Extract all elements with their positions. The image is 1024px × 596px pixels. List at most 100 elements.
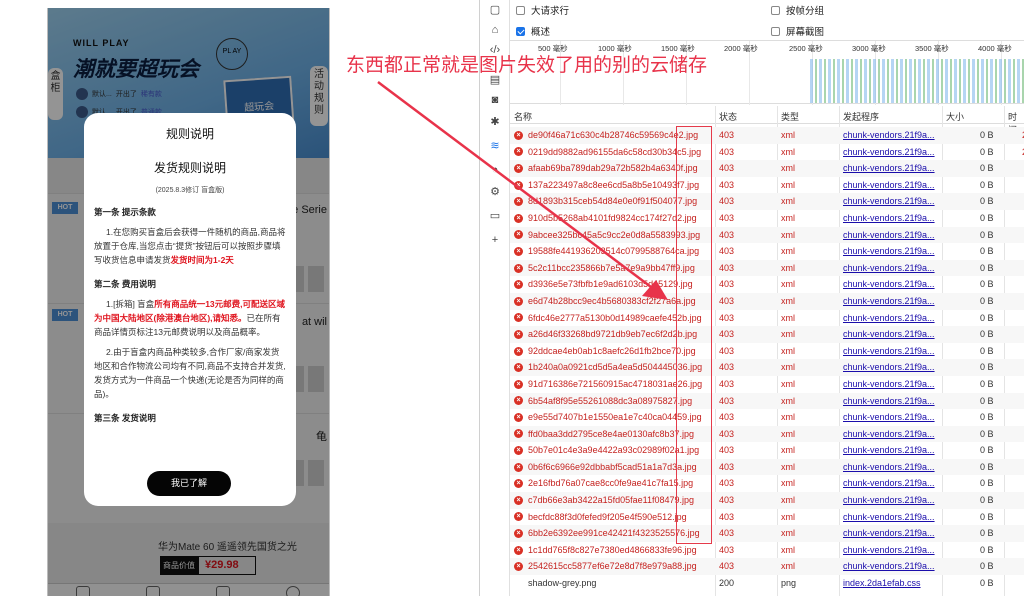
request-row[interactable]: × ffd0baa3dd2795ce8e4ae0130afc8b37.jpg 403… <box>510 425 1024 443</box>
request-initiator[interactable]: chunk-vendors.21f9a... <box>843 276 939 293</box>
request-row[interactable]: × 2542615cc5877ef6e72e8d7f8e979a88.jpg 403… <box>510 558 1024 576</box>
request-initiator[interactable]: chunk-vendors.21f9a... <box>843 227 939 244</box>
rule-paragraph: 1.[拆箱] 盲盒所有商品统一13元邮费,可配送区域为中国大陆地区(除港澳台地区… <box>94 299 286 337</box>
request-size: 0 B <box>980 163 994 174</box>
application-icon[interactable]: ▭ <box>488 210 502 223</box>
section-title: 第一条 提示条款 <box>94 207 156 217</box>
request-initiator[interactable]: chunk-vendors.21f9a... <box>843 160 939 177</box>
request-row[interactable]: × de90f46a71c630c4b28746c59569c4e2.jpg 403… <box>510 127 1024 144</box>
request-row[interactable]: × c7db66e3ab3422a15fd05fae11f08479.jpg 403… <box>510 492 1024 509</box>
request-row[interactable]: × 6fdc46e2777a5130b0d14989caefe452b.jpg 40… <box>510 310 1024 327</box>
request-row[interactable]: × becfdc88f3d0fefed9f205e4f590e512.jpg 403… <box>510 509 1024 526</box>
bug-icon[interactable]: ✱ <box>488 116 502 129</box>
request-row[interactable]: × 910d5b5268ab4101fd9824cc174f27d2.jpg 403… <box>510 210 1024 227</box>
request-initiator[interactable]: chunk-vendors.21f9a... <box>843 393 939 410</box>
request-status: 403 <box>719 163 735 174</box>
request-initiator[interactable]: chunk-vendors.21f9a... <box>843 542 939 559</box>
request-row[interactable]: × e9e55d7407b1e1550ea1e7c40ca04459.jpg 403… <box>510 409 1024 426</box>
col-type[interactable]: 类型 <box>781 110 799 123</box>
col-name[interactable]: 名称 <box>514 110 532 123</box>
option-large-rows[interactable]: 大请求行 <box>516 3 569 17</box>
request-row[interactable]: × 137a223497a8c8ee6cd5a8b5e10493f7.jpg 403… <box>510 177 1024 194</box>
request-initiator[interactable]: chunk-vendors.21f9a... <box>843 243 939 260</box>
col-status[interactable]: 状态 <box>719 110 737 123</box>
request-initiator[interactable]: chunk-vendors.21f9a... <box>843 177 939 194</box>
request-size: 0 B <box>980 212 994 223</box>
wifi-icon[interactable]: ≋ <box>488 140 502 153</box>
error-icon: × <box>514 379 523 389</box>
request-status: 403 <box>719 196 735 207</box>
timeline-tick: 4000 毫秒 <box>978 44 1012 53</box>
performance-icon[interactable]: ◔ <box>488 164 502 177</box>
elements-icon[interactable]: ▢ <box>488 4 502 17</box>
request-size: 0 B <box>980 528 994 539</box>
checkbox[interactable] <box>771 5 780 15</box>
request-row[interactable]: × e6d74b28bcc9ec4b5680383cf2f27a6a.jpg 403… <box>510 292 1024 310</box>
request-initiator[interactable]: chunk-vendors.21f9a... <box>843 409 939 426</box>
request-row[interactable]: × 0219dd9882ad96155da6c58cd30b34c5.jpg 403… <box>510 144 1024 161</box>
option-overview[interactable]: 概述 <box>516 24 550 38</box>
add-icon[interactable]: + <box>488 234 502 247</box>
request-row[interactable]: × d3936e5e73fbfb1e9ad6103d5d45129.jpg 403 x… <box>510 276 1024 293</box>
request-initiator[interactable]: chunk-vendors.21f9a... <box>843 426 939 443</box>
checkbox[interactable] <box>516 5 525 15</box>
request-row[interactable]: × 19588fe441936203514c0799588764ca.jpg 403… <box>510 243 1024 260</box>
request-initiator[interactable]: chunk-vendors.21f9a... <box>843 193 939 210</box>
request-type: xml <box>781 362 795 373</box>
devtools-sidebar: ▢ ⌂ ‹/› ▤ ◙ ✱ ≋ ◔ ⚙ ▭ + <box>480 0 510 596</box>
request-row[interactable]: shadow-grey.png 200 png index.2da1efab.css 0… <box>510 575 1024 592</box>
request-initiator[interactable]: chunk-vendors.21f9a... <box>843 343 939 360</box>
request-row[interactable]: × 8d1893b315ceb54d84e0e0f91f504077.jpg 403… <box>510 193 1024 210</box>
request-row[interactable]: × 6b54af8f95e55261088dc3a08975827.jpg 403 x… <box>510 392 1024 410</box>
request-type: xml <box>781 196 795 207</box>
option-group-by-frame[interactable]: 按帧分组 <box>771 3 824 17</box>
request-initiator[interactable]: chunk-vendors.21f9a... <box>843 525 939 542</box>
request-row[interactable]: × 5c2c11bcc235866b7e5a7e9a9bb47ff9.jpg 403… <box>510 259 1024 277</box>
col-size[interactable]: 大小 <box>946 110 964 123</box>
request-row[interactable]: × afaab69ba789dab29a72b582b4a6340f.jpg 403… <box>510 160 1024 177</box>
request-initiator[interactable]: chunk-vendors.21f9a... <box>843 459 939 476</box>
checkbox[interactable] <box>771 26 780 36</box>
request-row[interactable]: × 50b7e01c4e3a9e4422a93c02989f02a1.jpg 403… <box>510 442 1024 459</box>
request-initiator[interactable]: chunk-vendors.21f9a... <box>843 492 939 509</box>
checkbox[interactable] <box>516 26 525 36</box>
request-row[interactable]: × 92ddcae4eb0ab1c8aefc26d1fb2bce70.jpg 403… <box>510 343 1024 360</box>
timeline-tick: 3000 毫秒 <box>852 44 886 53</box>
request-row[interactable]: × 0b6f6c6966e92dbbabf5cad51a1a7d3a.jpg 403… <box>510 458 1024 476</box>
request-initiator[interactable]: chunk-vendors.21f9a... <box>843 509 939 526</box>
request-initiator[interactable]: chunk-vendors.21f9a... <box>843 558 939 575</box>
request-initiator[interactable]: chunk-vendors.21f9a... <box>843 260 939 277</box>
request-initiator[interactable]: chunk-vendors.21f9a... <box>843 310 939 327</box>
error-icon: × <box>514 197 523 207</box>
request-initiator[interactable]: chunk-vendors.21f9a... <box>843 359 939 376</box>
request-row[interactable]: × 91d716386e721560915ac4718031ae26.jpg 403… <box>510 376 1024 393</box>
request-status: 403 <box>719 246 735 257</box>
mobile-preview: WILL PLAY 潮就要超玩会 PL AY 超玩会 盒柜 活动规则 默认...… <box>47 8 330 596</box>
request-size: 0 B <box>980 246 994 257</box>
request-row[interactable]: × 6bb2e6392ee991ce42421f4323525576.jpg 403… <box>510 525 1024 542</box>
request-initiator[interactable]: chunk-vendors.21f9a... <box>843 326 939 343</box>
request-initiator[interactable]: chunk-vendors.21f9a... <box>843 144 939 161</box>
request-row[interactable]: × 1c1dd765f8c827e7380ed4866833fe96.jpg 403… <box>510 542 1024 559</box>
settings-gear-icon[interactable]: ⚙ <box>488 186 502 199</box>
request-initiator[interactable]: chunk-vendors.21f9a... <box>843 293 939 310</box>
request-initiator[interactable]: chunk-vendors.21f9a... <box>843 210 939 227</box>
request-initiator[interactable]: chunk-vendors.21f9a... <box>843 127 939 144</box>
acknowledge-button[interactable]: 我已了解 <box>147 471 231 496</box>
col-initiator[interactable]: 发起程序 <box>843 110 879 123</box>
request-initiator[interactable]: chunk-vendors.21f9a... <box>843 442 939 459</box>
request-type: xml <box>781 179 795 190</box>
request-type: xml <box>781 229 795 240</box>
request-row[interactable]: × a26d46f33268bd9721db9eb7ec6f2d2b.jpg 403… <box>510 326 1024 343</box>
home-icon[interactable]: ⌂ <box>488 24 502 37</box>
request-row[interactable]: × 9abcee325bc45a5c9cc2e0d8a5583993.jpg 403… <box>510 226 1024 244</box>
request-initiator[interactable]: index.2da1efab.css <box>843 575 939 592</box>
error-icon: × <box>514 313 523 323</box>
request-initiator[interactable]: chunk-vendors.21f9a... <box>843 475 939 492</box>
request-row[interactable]: × 2e16fbd76a07cae8cc0fe9ae41c7fa15.jpg 403… <box>510 475 1024 492</box>
request-initiator[interactable]: chunk-vendors.21f9a... <box>843 376 939 393</box>
request-row[interactable]: × 1b240a0a0921cd5d5a4ea5d504445036.jpg 403… <box>510 359 1024 376</box>
error-console-icon[interactable]: ◙ <box>488 94 502 107</box>
request-status: 403 <box>719 461 735 472</box>
option-screenshots[interactable]: 屏幕截图 <box>771 24 824 38</box>
